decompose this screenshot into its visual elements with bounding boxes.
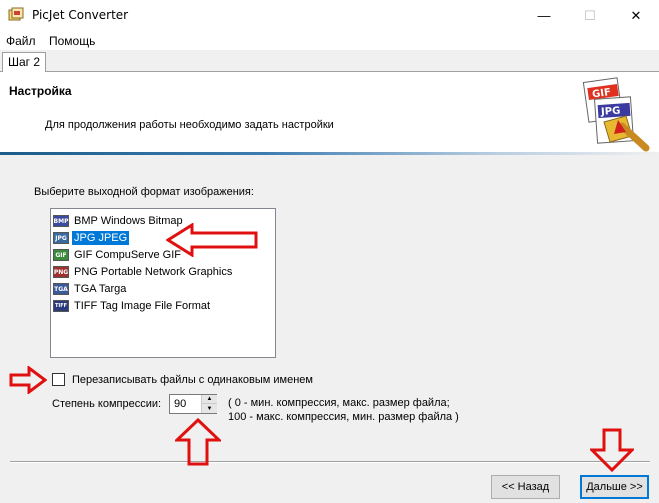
compression-label: Степень компрессии:	[52, 398, 162, 410]
overwrite-row[interactable]: Перезаписывать файлы с одинаковым именем	[52, 373, 313, 386]
spin-up-icon[interactable]: ▲	[202, 395, 217, 404]
tiff-icon: TIFF	[53, 300, 69, 312]
spin-down-icon[interactable]: ▼	[202, 404, 217, 413]
next-button[interactable]: Дальше >>	[580, 475, 649, 499]
back-button[interactable]: << Назад	[491, 475, 560, 499]
svg-text:JPG: JPG	[600, 106, 621, 118]
menu-help[interactable]: Помощь	[49, 34, 95, 48]
app-icon	[8, 7, 24, 21]
window-title: PicJet Converter	[32, 8, 129, 22]
bmp-icon: BMP	[53, 215, 69, 227]
format-option-label: TIFF Tag Image File Format	[74, 300, 211, 312]
picjet-logo: GIF JPG	[582, 77, 650, 152]
gif-icon: GIF	[53, 249, 69, 261]
format-option-png[interactable]: PNG PNG Portable Network Graphics	[53, 264, 234, 280]
format-option-label: JPG JPEG	[70, 230, 131, 246]
annotation-arrow-up	[175, 418, 221, 466]
overwrite-label: Перезаписывать файлы с одинаковым именем	[72, 373, 313, 386]
format-option-label: PNG Portable Network Graphics	[74, 266, 233, 278]
close-button[interactable]: ✕	[613, 0, 659, 31]
format-option-label: TGA Targa	[74, 283, 127, 295]
title-bar: PicJet Converter — ☐ ✕	[0, 0, 659, 31]
compression-hint-line2: 100 - макс. компрессия, мин. размер файл…	[228, 411, 459, 423]
wizard-header: Настройка Для продолжения работы необход…	[0, 72, 659, 152]
tga-icon: TGA	[53, 283, 69, 295]
spin-buttons: ▲ ▼	[201, 395, 217, 413]
format-option-tiff[interactable]: TIFF TIFF Tag Image File Format	[53, 298, 212, 314]
tab-step-2[interactable]: Шаг 2	[2, 52, 47, 72]
compression-hint: ( 0 - мин. компрессия, макс. размер файл…	[228, 396, 459, 424]
header-divider	[0, 152, 659, 155]
compression-value[interactable]: 90	[174, 398, 186, 410]
header-title: Настройка	[9, 84, 72, 98]
maximize-button[interactable]: ☐	[567, 0, 613, 31]
footer-divider	[10, 461, 650, 463]
png-icon: PNG	[53, 266, 69, 278]
overwrite-checkbox[interactable]	[52, 373, 65, 386]
tab-strip: Шаг 2	[0, 50, 659, 72]
format-option-bmp[interactable]: BMP BMP Windows Bitmap	[53, 213, 185, 229]
format-option-jpg[interactable]: JPG JPG JPEG	[53, 230, 131, 246]
compression-spinner[interactable]: 90 ▲ ▼	[169, 394, 217, 414]
menu-bar: Файл Помощь	[0, 31, 659, 50]
jpg-icon: JPG	[53, 232, 69, 244]
annotation-arrow-left	[166, 223, 258, 257]
compression-hint-line1: ( 0 - мин. компрессия, макс. размер файл…	[228, 397, 450, 409]
annotation-arrow-right	[9, 366, 47, 394]
format-option-gif[interactable]: GIF GIF CompuServe GIF	[53, 247, 183, 263]
format-label: Выберите выходной формат изображения:	[34, 186, 254, 198]
minimize-button[interactable]: —	[521, 0, 567, 31]
menu-file[interactable]: Файл	[6, 34, 36, 48]
header-description: Для продолжения работы необходимо задать…	[45, 119, 334, 131]
annotation-arrow-down	[590, 428, 634, 472]
format-option-tga[interactable]: TGA TGA Targa	[53, 281, 128, 297]
